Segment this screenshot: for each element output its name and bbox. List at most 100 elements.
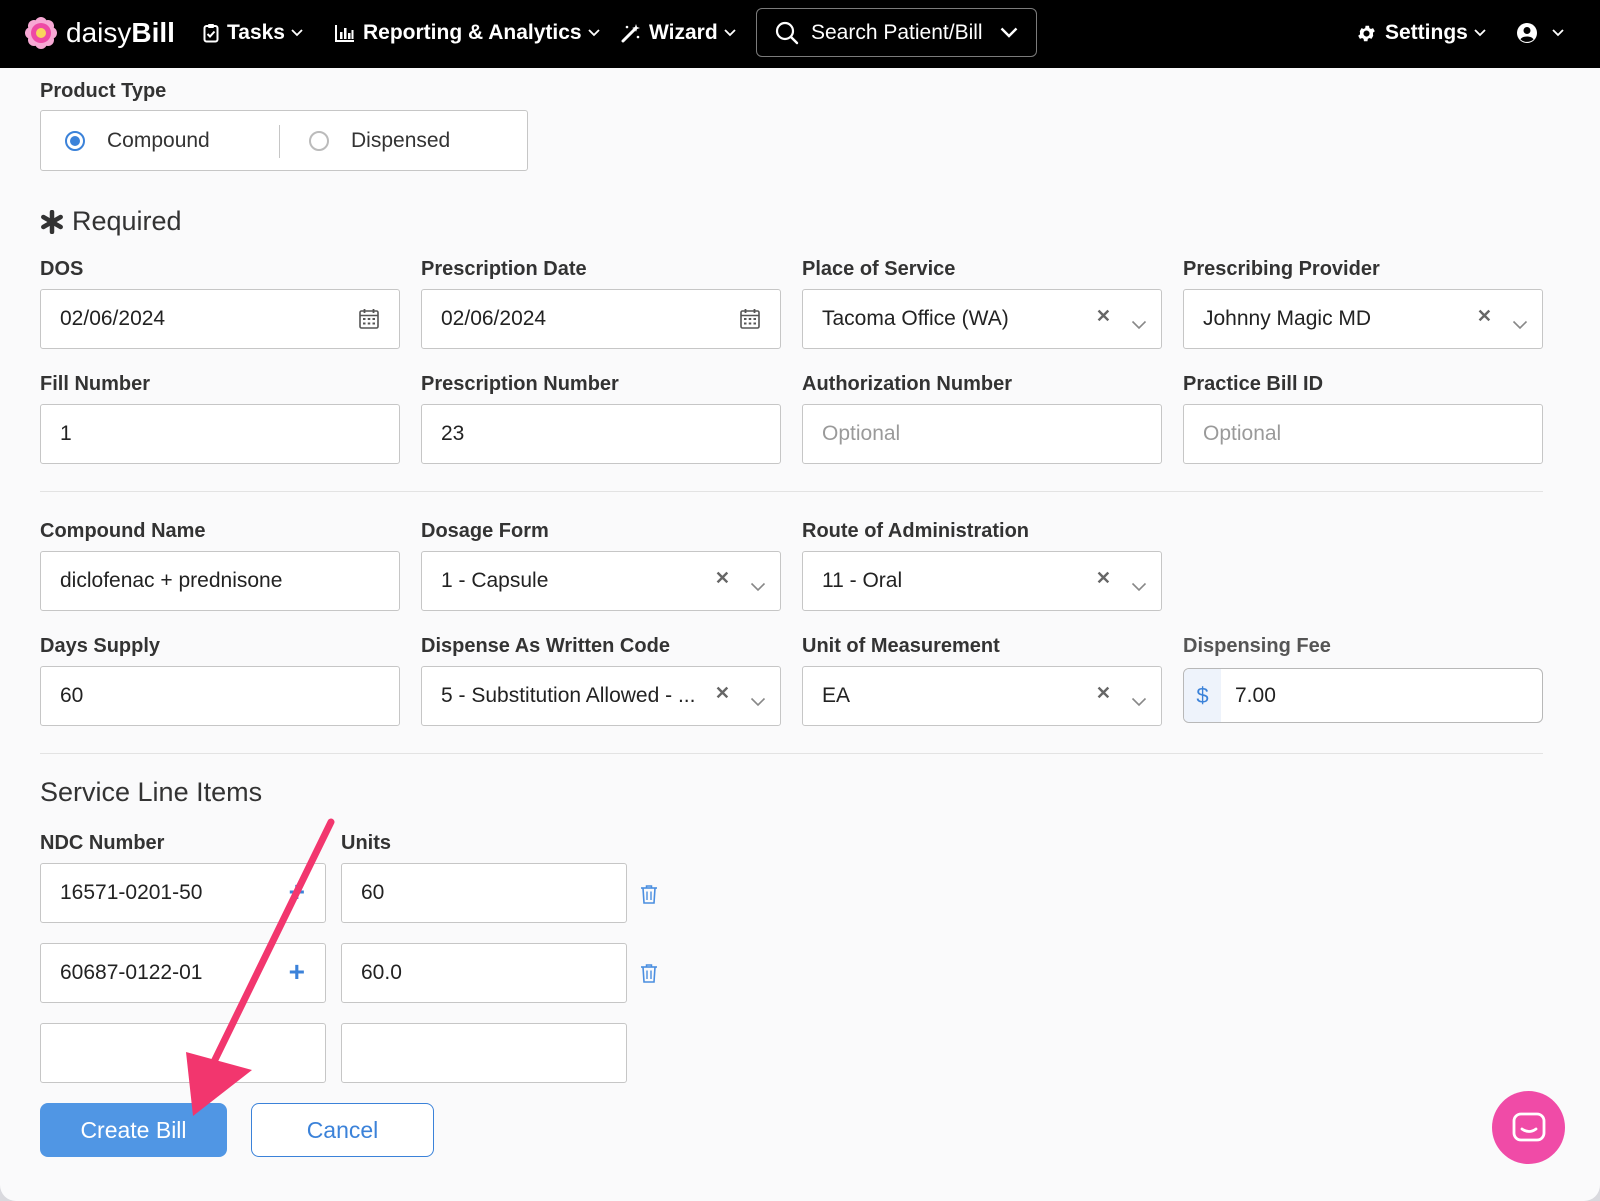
trash-icon[interactable]: [640, 963, 658, 988]
prescription-date-input[interactable]: 02/06/2024: [421, 289, 781, 349]
prescription-number-value: 23: [441, 422, 465, 445]
radio-selected-icon: [65, 130, 85, 151]
units-input[interactable]: 60: [341, 863, 627, 923]
radio-unselected-icon: [309, 130, 329, 151]
unit-of-measurement-select[interactable]: EA ✕: [802, 666, 1162, 726]
brand-name-light: daisy: [66, 17, 132, 48]
clear-icon[interactable]: ✕: [1477, 306, 1492, 327]
place-of-service-label: Place of Service: [802, 258, 956, 280]
required-heading-text: Required: [72, 206, 182, 236]
daisy-flower-icon: [25, 17, 57, 49]
search-label: Search Patient/Bill: [811, 20, 983, 44]
daw-code-value: 5 - Substitution Allowed - ...: [441, 684, 696, 707]
prescribing-provider-select[interactable]: Johnny Magic MD ✕: [1183, 289, 1543, 349]
nav-tasks-label: Tasks: [227, 21, 285, 44]
practice-bill-id-label: Practice Bill ID: [1183, 373, 1324, 395]
page: daisy Bill Tasks Reporting & Analytics Wi…: [0, 0, 1600, 1201]
create-bill-button[interactable]: Create Bill: [40, 1103, 227, 1157]
units-value: 60.0: [361, 961, 402, 984]
fill-number-input[interactable]: 1: [40, 404, 400, 464]
dispensing-fee-input[interactable]: $ 7.00: [1183, 668, 1543, 723]
ndc-number-column-header: NDC Number: [40, 832, 165, 854]
product-type-radio-group: Compound Dispensed: [40, 110, 528, 171]
chat-bubble-icon: [1512, 1112, 1546, 1144]
units-column-header: Units: [341, 832, 391, 854]
required-heading: Required: [40, 206, 182, 237]
plus-icon[interactable]: +: [289, 958, 305, 986]
section-divider: [40, 491, 1543, 492]
chevron-down-icon: [291, 29, 303, 37]
search-patient-bill[interactable]: Search Patient/Bill: [756, 8, 1037, 57]
nav-tasks[interactable]: Tasks: [203, 14, 303, 52]
section-divider: [40, 753, 1543, 754]
dispensing-fee-label: Dispensing Fee: [1183, 635, 1331, 657]
plus-icon[interactable]: +: [289, 878, 305, 906]
chevron-down-icon: [587, 29, 600, 37]
chevron-down-icon[interactable]: [1131, 312, 1147, 336]
gear-icon: [1356, 23, 1377, 44]
nav-user-menu[interactable]: [1516, 14, 1564, 52]
product-type-label: Product Type: [40, 80, 167, 102]
nav-reporting-label: Reporting & Analytics: [363, 21, 582, 44]
trash-icon[interactable]: [640, 884, 658, 909]
clear-icon[interactable]: ✕: [1096, 306, 1111, 327]
chevron-down-icon: [1552, 29, 1564, 37]
route-select[interactable]: 11 - Oral ✕: [802, 551, 1162, 611]
ndc-input[interactable]: 16571-0201-50 +: [40, 863, 326, 923]
chevron-down-icon[interactable]: [1131, 689, 1147, 713]
bar-chart-icon: [335, 24, 355, 42]
nav-settings[interactable]: Settings: [1356, 14, 1486, 52]
radio-dispensed[interactable]: Dispensed: [309, 111, 450, 170]
calendar-icon[interactable]: [740, 308, 760, 335]
dos-input[interactable]: 02/06/2024: [40, 289, 400, 349]
dos-value: 02/06/2024: [60, 307, 166, 330]
clear-icon[interactable]: ✕: [715, 683, 730, 704]
units-input[interactable]: [341, 1023, 627, 1083]
days-supply-label: Days Supply: [40, 635, 161, 657]
practice-bill-id-input[interactable]: Optional: [1183, 404, 1543, 464]
clear-icon[interactable]: ✕: [715, 568, 730, 589]
cancel-button[interactable]: Cancel: [251, 1103, 434, 1157]
daw-code-select[interactable]: 5 - Substitution Allowed - ... ✕: [421, 666, 781, 726]
service-line-items-heading: Service Line Items: [40, 777, 263, 807]
route-label: Route of Administration: [802, 520, 1030, 542]
nav-wizard[interactable]: Wizard: [621, 14, 736, 52]
chevron-down-icon[interactable]: [1131, 574, 1147, 598]
dosage-form-label: Dosage Form: [421, 520, 549, 542]
chevron-down-icon: [724, 29, 736, 37]
chevron-down-icon: [1474, 29, 1486, 37]
clear-icon[interactable]: ✕: [1096, 683, 1111, 704]
dollar-sign-icon: $: [1184, 669, 1221, 722]
authorization-number-input[interactable]: Optional: [802, 404, 1162, 464]
chat-widget-button[interactable]: [1492, 1091, 1565, 1164]
radio-compound-label: Compound: [107, 128, 210, 152]
dos-label: DOS: [40, 258, 84, 280]
practice-bill-id-placeholder: Optional: [1203, 422, 1282, 445]
radio-compound[interactable]: Compound: [65, 111, 210, 170]
chevron-down-icon[interactable]: [750, 574, 766, 598]
clear-icon[interactable]: ✕: [1096, 568, 1111, 589]
nav-reporting[interactable]: Reporting & Analytics: [335, 14, 600, 52]
chevron-down-icon[interactable]: [750, 689, 766, 713]
prescribing-provider-label: Prescribing Provider: [1183, 258, 1380, 280]
brand-logo[interactable]: daisy Bill: [24, 14, 175, 52]
nav-wizard-label: Wizard: [649, 21, 718, 44]
days-supply-value: 60: [60, 684, 84, 707]
compound-name-value: diclofenac + prednisone: [60, 569, 283, 592]
ndc-input[interactable]: 60687-0122-01 +: [40, 943, 326, 1003]
prescription-date-label: Prescription Date: [421, 258, 587, 280]
dispensing-fee-value: 7.00: [1235, 683, 1276, 707]
unit-of-measurement-label: Unit of Measurement: [802, 635, 1000, 657]
user-circle-icon: [1516, 22, 1538, 44]
compound-name-input[interactable]: diclofenac + prednisone: [40, 551, 400, 611]
prescription-number-input[interactable]: 23: [421, 404, 781, 464]
chevron-down-icon: [1000, 27, 1018, 38]
fill-number-value: 1: [60, 422, 72, 445]
calendar-icon[interactable]: [359, 308, 379, 335]
ndc-input[interactable]: [40, 1023, 326, 1083]
units-input[interactable]: 60.0: [341, 943, 627, 1003]
place-of-service-select[interactable]: Tacoma Office (WA) ✕: [802, 289, 1162, 349]
days-supply-input[interactable]: 60: [40, 666, 400, 726]
dosage-form-select[interactable]: 1 - Capsule ✕: [421, 551, 781, 611]
chevron-down-icon[interactable]: [1512, 312, 1528, 336]
